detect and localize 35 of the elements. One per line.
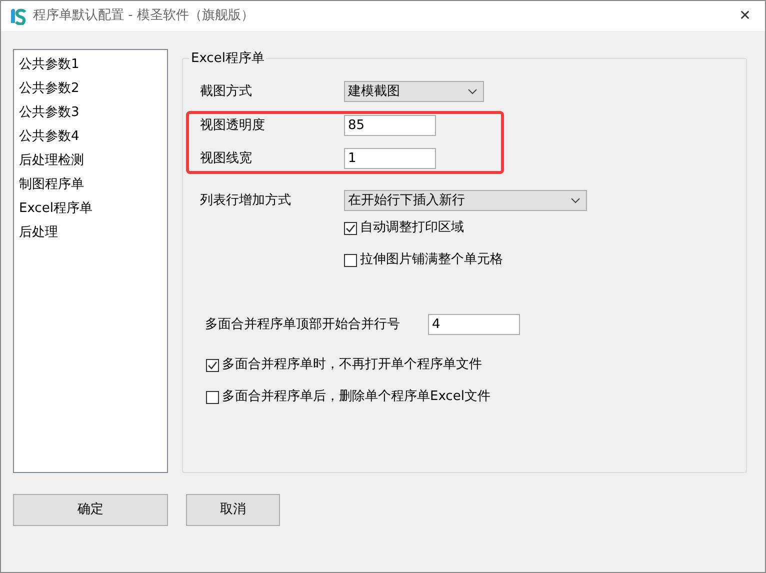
dialog-button[interactable]: 取消 (186, 494, 280, 526)
input-field[interactable]: 1 (344, 148, 436, 169)
sidebar-item[interactable]: Excel程序单 (18, 197, 167, 221)
field-label: 视图线宽 (200, 150, 253, 168)
dropdown[interactable]: 在开始行下插入新行 (344, 190, 587, 211)
close-button[interactable]: ✕ (725, 1, 765, 31)
sidebar-item[interactable]: 后处理 (18, 221, 167, 245)
check-icon (207, 360, 218, 370)
sidebar-item[interactable]: 公共参数1 (18, 53, 167, 77)
sidebar-item[interactable]: 后处理检测 (18, 149, 167, 173)
checkbox[interactable] (206, 358, 219, 372)
app-logo-icon (9, 7, 27, 25)
field-label: 视图透明度 (200, 116, 266, 135)
check-icon (345, 222, 356, 234)
checkbox[interactable] (206, 390, 219, 404)
dialog-button[interactable]: 确定 (13, 494, 168, 526)
sidebar-item[interactable]: 制图程序单 (18, 173, 167, 197)
chevron-down-icon (468, 88, 477, 94)
sidebar-item[interactable]: 公共参数3 (18, 101, 167, 125)
field-label: 列表行增加方式 (200, 192, 292, 210)
dropdown[interactable]: 建模截图 (344, 81, 484, 102)
chevron-down-icon (571, 198, 580, 204)
checkbox-label: 拉伸图片铺满整个单元格 (360, 251, 503, 270)
sidebar-item[interactable]: 公共参数4 (18, 125, 167, 149)
field-label: 多面合并程序单顶部开始合并行号 (205, 316, 401, 334)
checkbox-label: 多面合并程序单时，不再打开单个程序单文件 (222, 356, 482, 374)
checkbox[interactable] (344, 254, 357, 266)
field-label: 截图方式 (200, 82, 253, 101)
checkbox-label: 多面合并程序单后，删除单个程序单Excel文件 (222, 388, 490, 406)
checkbox[interactable] (344, 222, 357, 234)
sidebar-item[interactable]: 公共参数2 (18, 77, 167, 101)
window-title: 程序单默认配置 - 模圣软件（旗舰版） (33, 7, 254, 26)
input-field[interactable]: 85 (344, 115, 436, 136)
input-field[interactable]: 4 (428, 314, 520, 335)
checkbox-label: 自动调整打印区域 (360, 219, 464, 238)
